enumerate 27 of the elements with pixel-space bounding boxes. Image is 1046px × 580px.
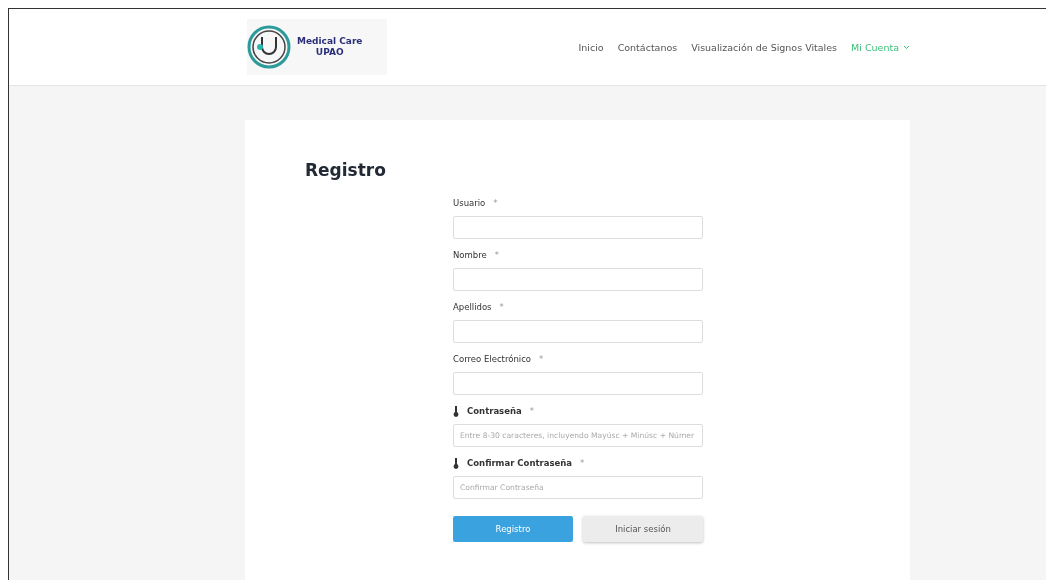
field-label: Correo Electrónico bbox=[453, 354, 532, 364]
input-field[interactable] bbox=[453, 320, 703, 343]
required-mark: * bbox=[580, 458, 585, 468]
nav-link[interactable]: Visualización de Signos Vitales bbox=[691, 41, 838, 53]
thermometer-icon bbox=[453, 457, 459, 469]
required-mark: * bbox=[493, 198, 498, 208]
required-mark: * bbox=[539, 354, 544, 364]
required-mark: * bbox=[499, 302, 504, 312]
nav-link[interactable]: Contáctanos bbox=[617, 41, 678, 53]
logo-text: Medical Care bbox=[297, 36, 363, 47]
required-mark: * bbox=[529, 406, 534, 416]
thermometer-icon bbox=[453, 405, 459, 417]
logo-text: UPAO bbox=[315, 47, 344, 58]
input-field[interactable] bbox=[453, 216, 703, 239]
input-field[interactable] bbox=[453, 268, 703, 291]
field-label: Confirmar Contraseña bbox=[467, 458, 573, 468]
field-label: Usuario bbox=[453, 198, 486, 208]
field-label: Apellidos bbox=[453, 302, 492, 312]
logo[interactable]: Medical Care UPAO bbox=[247, 19, 387, 75]
input-field[interactable] bbox=[453, 372, 703, 395]
login-button[interactable]: Iniciar sesión bbox=[583, 516, 703, 542]
field-label: Nombre bbox=[453, 250, 487, 260]
field-label: Contraseña bbox=[467, 406, 522, 416]
required-mark: * bbox=[494, 250, 500, 260]
nav-link[interactable]: Inicio bbox=[578, 41, 604, 53]
stethoscope-icon bbox=[247, 25, 291, 69]
form-title: Registro bbox=[305, 160, 387, 180]
